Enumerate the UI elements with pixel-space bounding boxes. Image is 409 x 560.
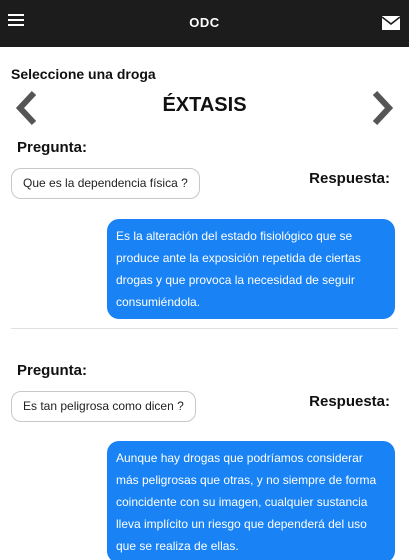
app-title: ODC xyxy=(189,15,220,30)
drug-name: ÉXTASIS xyxy=(162,94,247,116)
question-bubble: Es tan peligrosa como dicen ? xyxy=(11,391,196,422)
drug-selector: ÉXTASIS xyxy=(0,90,409,130)
answer-bubble: Es la alteración del estado fisiológico … xyxy=(107,219,395,319)
divider xyxy=(11,328,398,329)
answer-label: Respuesta: xyxy=(309,393,390,410)
question-label: Pregunta: xyxy=(17,362,88,379)
chevron-right-icon[interactable] xyxy=(367,90,397,126)
top-bar: ODC xyxy=(0,0,409,47)
question-label: Pregunta: xyxy=(17,139,88,156)
answer-label: Respuesta: xyxy=(309,170,390,187)
question-bubble: Que es la dependencia física ? xyxy=(11,168,200,199)
envelope-icon[interactable] xyxy=(382,16,400,30)
select-drug-label: Seleccione una droga xyxy=(11,66,156,82)
answer-bubble: Aunque hay drogas que podríamos consider… xyxy=(107,441,395,560)
